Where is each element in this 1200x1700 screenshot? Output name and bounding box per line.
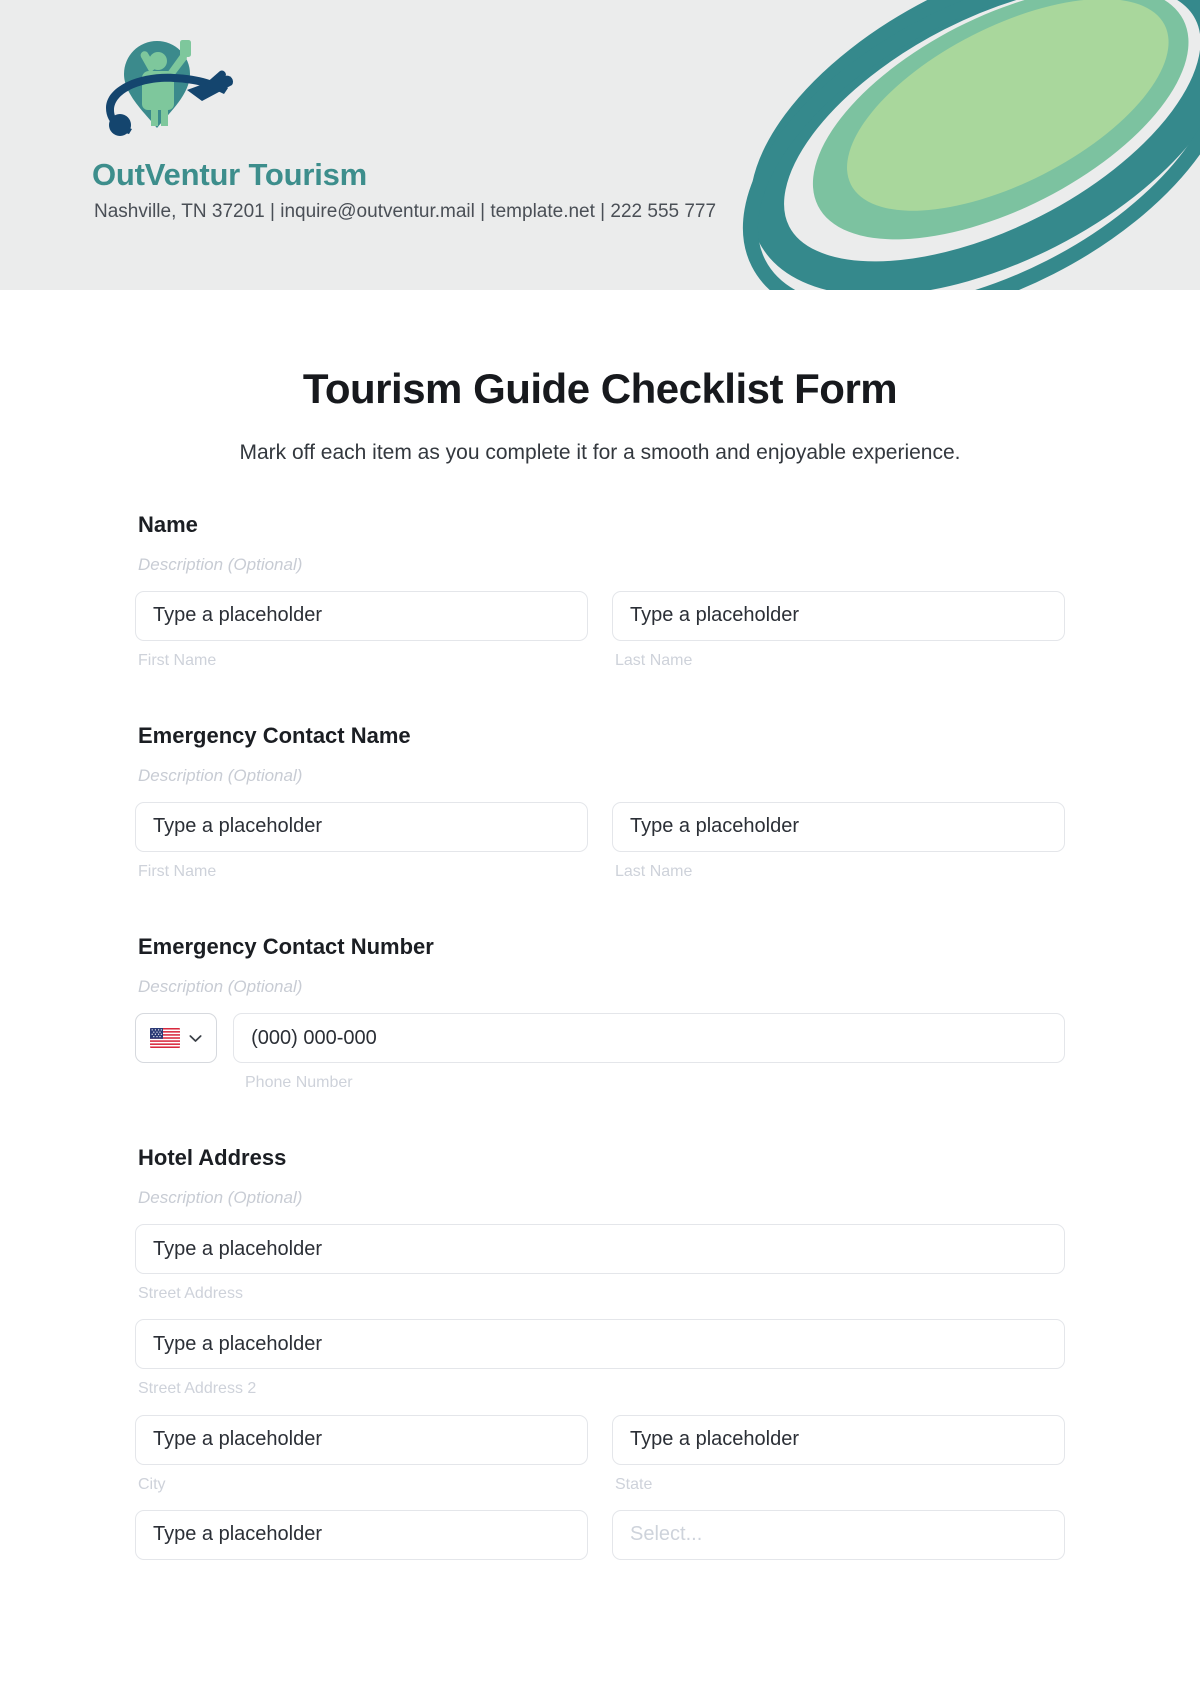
country-code-select[interactable] [135, 1013, 218, 1064]
sub-label-state: State [615, 1475, 653, 1493]
field-col-first-name: Type a placeholder First Name [135, 590, 588, 670]
field-label-emergency-contact-number: Emergency Contact Number [138, 934, 434, 960]
sub-label-last-name: Last Name [615, 651, 693, 669]
tourist-selfie-globe-airplane-logo [106, 40, 234, 136]
street-address-input[interactable]: Type a placeholder [135, 1224, 1065, 1275]
field-row: Type a placeholder First Name Type a pla… [135, 590, 1065, 670]
phone-number-input[interactable]: (000) 000-000 [233, 1013, 1065, 1064]
field-label-hotel-address: Hotel Address [138, 1145, 287, 1171]
phone-row: (000) 000-000 [135, 1013, 1065, 1064]
sub-label-city: City [138, 1475, 166, 1493]
page-header: OutVentur Tourism Nashville, TN 37201 | … [0, 0, 1200, 290]
chevron-down-icon [189, 1034, 202, 1042]
city-input[interactable]: Type a placeholder [135, 1414, 588, 1465]
field-block-hotel-address: Hotel Address Description (Optional) Typ… [135, 1144, 1065, 1560]
field-description-name: Description (Optional) [138, 554, 303, 574]
sub-label-emergency-last-name: Last Name [615, 862, 693, 880]
sub-label-phone-number: Phone Number [245, 1074, 353, 1092]
field-row: Type a placeholder City Type a placehold… [135, 1414, 1065, 1494]
page-subtitle: Mark off each item as you complete it fo… [239, 441, 961, 464]
state-input[interactable]: Type a placeholder [612, 1414, 1065, 1465]
field-block-emergency-contact-number: Emergency Contact Number Description (Op… [135, 933, 1065, 1092]
sub-label-street-address-2: Street Address 2 [138, 1380, 257, 1398]
us-flag-icon [150, 1028, 181, 1049]
brand-block: OutVentur Tourism Nashville, TN 37201 | … [92, 28, 792, 224]
street-address-2-input[interactable]: Type a placeholder [135, 1319, 1065, 1370]
sub-label-first-name: First Name [138, 651, 217, 669]
brand-contact-line: Nashville, TN 37201 | inquire@outventur.… [94, 201, 717, 223]
last-name-input[interactable]: Type a placeholder [612, 590, 1065, 641]
field-col-emergency-first-name: Type a placeholder First Name [135, 801, 588, 881]
field-label-name: Name [138, 512, 198, 537]
field-col-emergency-last-name: Type a placeholder Last Name [612, 801, 1065, 881]
field-col-city: Type a placeholder City [135, 1414, 588, 1494]
form-sheet: Tourism Guide Checklist Form Mark off ea… [0, 290, 1200, 1560]
brand-name: OutVentur Tourism [92, 157, 368, 192]
emergency-last-name-input[interactable]: Type a placeholder [612, 801, 1065, 852]
sub-label-emergency-first-name: First Name [138, 862, 217, 880]
field-description-emergency-contact-name: Description (Optional) [138, 765, 303, 785]
field-description-emergency-contact-number: Description (Optional) [138, 976, 303, 996]
field-row: Type a placeholder Street Address 2 [135, 1319, 1065, 1398]
field-label-emergency-contact-name: Emergency Contact Name [138, 723, 411, 749]
field-row: Type a placeholder Select... [135, 1509, 1065, 1560]
form-fields: Name Description (Optional) Type a place… [135, 465, 1065, 1560]
sub-label-street-address: Street Address [138, 1285, 243, 1303]
field-block-name: Name Description (Optional) Type a place… [135, 511, 1065, 670]
field-col-zip: Type a placeholder [135, 1509, 588, 1560]
field-description-hotel-address: Description (Optional) [138, 1187, 303, 1207]
emergency-first-name-input[interactable]: Type a placeholder [135, 801, 588, 852]
first-name-input[interactable]: Type a placeholder [135, 590, 588, 641]
field-block-emergency-contact-name: Emergency Contact Name Description (Opti… [135, 722, 1065, 881]
zip-input[interactable]: Type a placeholder [135, 1509, 588, 1560]
field-col-street-address: Type a placeholder Street Address [135, 1224, 1065, 1303]
page-title: Tourism Guide Checklist Form [302, 365, 898, 412]
field-col-state: Type a placeholder State [612, 1414, 1065, 1494]
field-col-country: Select... [612, 1509, 1065, 1560]
field-col-last-name: Type a placeholder Last Name [612, 590, 1065, 670]
field-col-street-address-2: Type a placeholder Street Address 2 [135, 1319, 1065, 1398]
field-row: Type a placeholder First Name Type a pla… [135, 801, 1065, 881]
field-row: Type a placeholder Street Address [135, 1224, 1065, 1303]
country-select-input[interactable]: Select... [612, 1509, 1065, 1560]
